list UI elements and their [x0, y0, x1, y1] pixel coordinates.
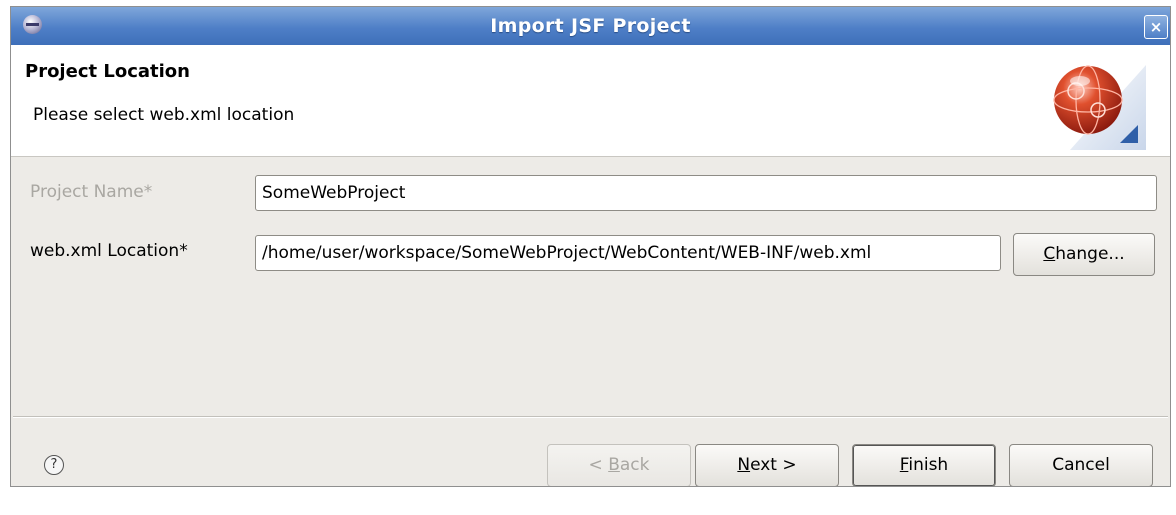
jsf-wizard-graphic-icon	[1053, 65, 1146, 150]
page-title: Project Location	[25, 61, 190, 82]
back-button[interactable]: < Back	[547, 444, 691, 486]
next-button[interactable]: Next >	[695, 444, 839, 486]
change-button[interactable]: Change...	[1013, 233, 1155, 276]
project-name-label: Project Name*	[30, 182, 153, 202]
close-button[interactable]: ×	[1144, 15, 1168, 39]
help-icon[interactable]: ?	[44, 455, 64, 475]
webxml-location-label: web.xml Location*	[30, 241, 188, 261]
finish-button[interactable]: Finish	[852, 444, 996, 486]
wizard-banner: Project Location Please select web.xml l…	[11, 45, 1170, 157]
title-bar[interactable]: Import JSF Project ×	[11, 7, 1170, 46]
cancel-button[interactable]: Cancel	[1009, 444, 1153, 486]
project-name-field[interactable]: SomeWebProject	[255, 175, 1157, 211]
window-title: Import JSF Project	[490, 15, 691, 37]
footer-separator	[13, 416, 1168, 418]
page-description: Please select web.xml location	[33, 105, 295, 125]
webxml-location-field[interactable]: /home/user/workspace/SomeWebProject/WebC…	[255, 235, 1001, 271]
import-jsf-project-dialog: Import JSF Project × Project Location Pl…	[10, 6, 1171, 487]
